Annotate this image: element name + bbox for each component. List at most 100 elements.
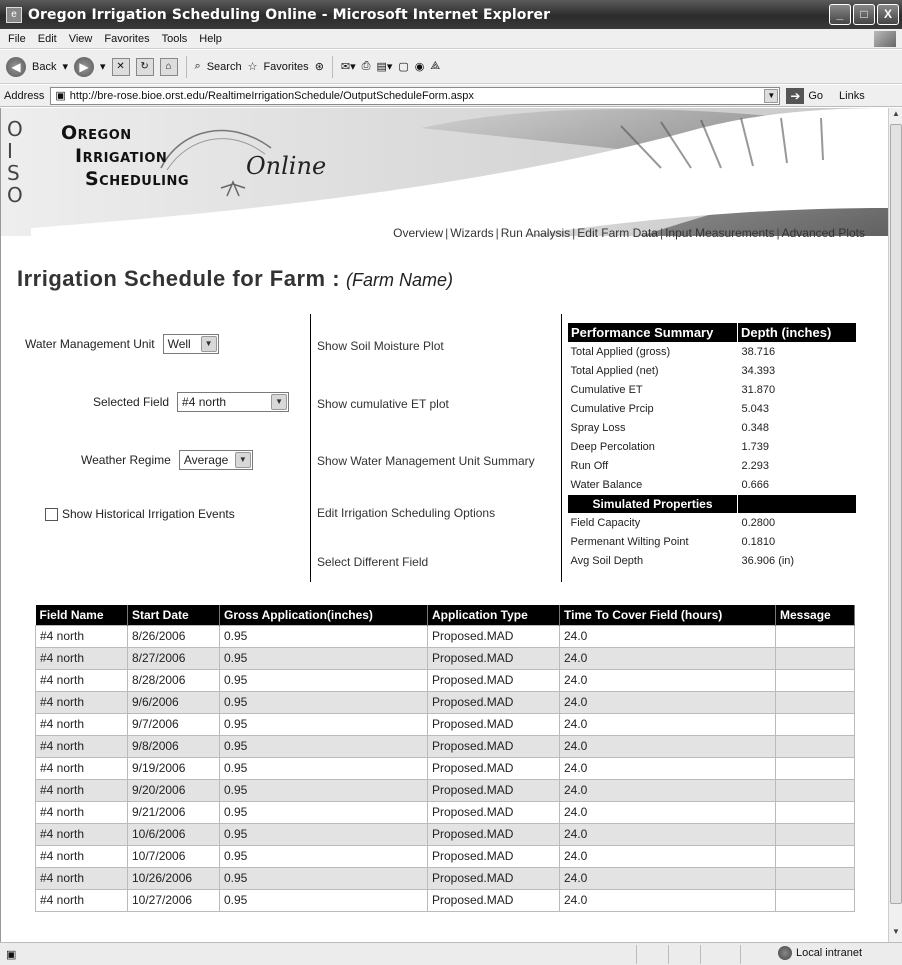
maximize-button[interactable]: □ — [853, 4, 875, 25]
weather-select[interactable]: Average ▼ — [178, 450, 253, 470]
summary-label: Cumulative Prcip — [570, 403, 654, 415]
table-cell: 0.95 — [219, 712, 428, 736]
table-row: #4 north 9/20/2006 0.95 Proposed.MAD 24.0 — [35, 778, 855, 802]
menu-favorites[interactable]: Favorites — [100, 33, 157, 45]
research-icon[interactable]: ⟁ — [430, 60, 440, 73]
go-arrow-icon[interactable]: ➔ — [786, 87, 805, 104]
wmu-label: Water Management Unit — [25, 337, 155, 351]
wmu-select-value[interactable]: Well — [168, 337, 191, 351]
weather-label: Weather Regime — [81, 453, 171, 467]
close-button[interactable]: X — [877, 4, 899, 25]
messenger-icon[interactable]: ◉ — [415, 60, 425, 73]
url-text[interactable]: http://bre-rose.bioe.orst.edu/RealtimeIr… — [70, 90, 474, 102]
table-cell: 0.95 — [219, 756, 428, 780]
summary-row: Spray Loss 0.348 — [568, 419, 857, 438]
chevron-down-icon[interactable]: ▼ — [271, 394, 288, 410]
back-dropdown-icon[interactable]: ▾ — [62, 60, 68, 73]
print-icon[interactable]: ⎙ — [362, 60, 371, 73]
link-soil-moisture-plot[interactable]: Show Soil Moisture Plot — [317, 339, 444, 353]
link-select-different-field[interactable]: Select Different Field — [317, 555, 428, 569]
url-field[interactable]: ▣ http://bre-rose.bioe.orst.edu/Realtime… — [50, 86, 781, 105]
table-cell — [775, 866, 855, 890]
go-button[interactable]: ➔ Go — [786, 87, 823, 104]
nav-advanced-plots[interactable]: Advanced Plots — [782, 226, 865, 240]
scroll-down-icon[interactable]: ▼ — [890, 927, 902, 941]
scroll-up-icon[interactable]: ▲ — [890, 109, 902, 123]
menu-tools[interactable]: Tools — [158, 33, 196, 45]
home-icon[interactable]: ⌂ — [159, 57, 178, 76]
menu-view[interactable]: View — [65, 33, 101, 45]
chevron-down-icon[interactable]: ▼ — [200, 336, 217, 352]
toolbar-separator — [331, 55, 333, 78]
scrollbar-thumb[interactable] — [890, 124, 902, 904]
summary-value: 31.870 — [741, 384, 776, 396]
table-cell: #4 north — [35, 756, 128, 780]
links-label[interactable]: Links — [839, 90, 865, 102]
summary-row: Water Balance 0.666 — [568, 476, 857, 495]
table-cell — [775, 844, 855, 868]
table-cell — [775, 690, 855, 714]
forward-dropdown-icon[interactable]: ▾ — [100, 60, 106, 73]
edit-icon[interactable]: ▤▾ — [376, 60, 392, 73]
table-row: #4 north 9/19/2006 0.95 Proposed.MAD 24.0 — [35, 756, 855, 780]
table-cell: #4 north — [35, 800, 128, 824]
nav-overview[interactable]: Overview — [393, 226, 443, 240]
go-label[interactable]: Go — [808, 90, 823, 102]
wmu-select[interactable]: Well ▼ — [162, 334, 219, 354]
historical-checkbox[interactable] — [45, 507, 58, 521]
link-cumulative-et-plot[interactable]: Show cumulative ET plot — [317, 397, 449, 411]
forward-arrow-icon[interactable]: ▶ — [74, 56, 94, 77]
nav-run-analysis[interactable]: Run Analysis — [501, 226, 570, 240]
table-cell: 0.95 — [219, 668, 428, 692]
summary-value: 2.293 — [741, 460, 770, 472]
link-wmu-summary[interactable]: Show Water Management Unit Summary — [317, 454, 535, 468]
table-cell — [775, 888, 855, 912]
windows-flag-icon — [874, 31, 896, 47]
nav-wizards[interactable]: Wizards — [450, 226, 493, 240]
link-edit-scheduling-options[interactable]: Edit Irrigation Scheduling Options — [317, 506, 495, 520]
summary-label: Field Capacity — [570, 517, 641, 530]
stop-icon[interactable]: ✕ — [111, 57, 130, 76]
table-cell: 24.0 — [559, 668, 776, 692]
nav-input-measurements[interactable]: Input Measurements — [665, 226, 774, 240]
minimize-button[interactable]: _ — [829, 4, 851, 25]
table-cell: #4 north — [35, 712, 128, 736]
search-icon[interactable]: ⌕ — [195, 60, 201, 73]
table-header-row: Field Name Start Date Gross Application(… — [35, 605, 855, 625]
summary-header: Performance Summary — [567, 322, 738, 343]
field-select[interactable]: #4 north ▼ — [177, 392, 290, 412]
table-cell: 9/21/2006 — [127, 800, 220, 824]
intranet-globe-icon — [777, 946, 792, 960]
menu-help[interactable]: Help — [195, 33, 230, 45]
nav-edit-farm-data[interactable]: Edit Farm Data — [577, 226, 658, 240]
column-header: Message — [775, 605, 855, 625]
field-label: Selected Field — [93, 395, 170, 409]
url-dropdown-icon[interactable]: ▼ — [764, 88, 779, 103]
vertical-scrollbar[interactable]: ▲ ▼ — [888, 108, 902, 942]
table-row: #4 north 10/6/2006 0.95 Proposed.MAD 24.0 — [35, 822, 855, 846]
table-row: #4 north 9/6/2006 0.95 Proposed.MAD 24.0 — [35, 690, 855, 714]
summary-value: 0.348 — [741, 422, 770, 434]
discuss-icon[interactable]: ▢ — [398, 60, 408, 73]
back-button-label[interactable]: Back — [32, 61, 56, 73]
oiso-acronym: O I S O — [7, 118, 27, 206]
search-button-label[interactable]: Search — [207, 61, 242, 73]
favorites-button-label[interactable]: Favorites — [263, 61, 308, 73]
ie-app-icon[interactable]: e — [6, 6, 22, 23]
refresh-icon[interactable]: ↻ — [135, 57, 154, 76]
field-select-value[interactable]: #4 north — [182, 395, 226, 409]
field-row: Selected Field #4 north ▼ — [93, 392, 290, 412]
menu-edit[interactable]: Edit — [34, 33, 65, 45]
back-arrow-icon[interactable]: ◀ — [6, 56, 26, 77]
brand-online: Online — [246, 152, 327, 180]
chevron-down-icon[interactable]: ▼ — [234, 452, 251, 468]
table-cell: 0.95 — [219, 624, 428, 648]
weather-select-value[interactable]: Average — [184, 453, 228, 467]
mail-icon[interactable]: ✉▾ — [341, 60, 356, 73]
table-cell: Proposed.MAD — [427, 690, 560, 714]
historical-label[interactable]: Show Historical Irrigation Events — [62, 507, 235, 521]
oiso-banner: O I S O Oregon Irrigation Scheduling Onl… — [1, 108, 888, 248]
menu-file[interactable]: File — [4, 33, 34, 45]
favorites-star-icon[interactable]: ☆ — [248, 60, 258, 73]
history-icon[interactable]: ⊛ — [315, 60, 324, 73]
